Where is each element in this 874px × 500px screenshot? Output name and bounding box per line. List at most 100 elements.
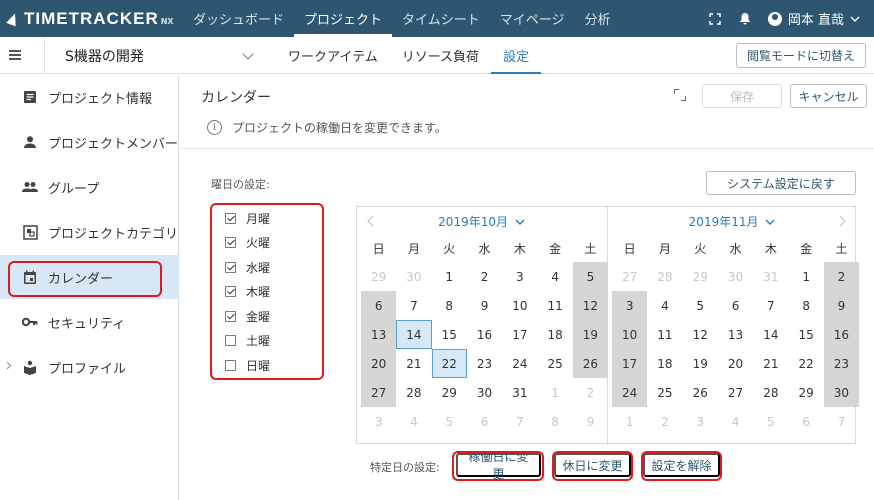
calendar-day-cell[interactable]: 11 (647, 320, 682, 349)
calendar-day-cell[interactable]: 21 (396, 349, 431, 378)
calendar-day-cell[interactable]: 14 (753, 320, 788, 349)
calendar-day-cell[interactable]: 19 (683, 349, 718, 378)
calendar-day-cell[interactable]: 27 (718, 378, 753, 407)
view-mode-button[interactable]: 閲覧モードに切替え (735, 43, 866, 68)
weekday-header: 火 (694, 242, 707, 256)
calendar-day-cell[interactable]: 28 (396, 378, 431, 407)
calendar-day-cell[interactable]: 17 (612, 349, 648, 378)
month-title-text: 2019年11月 (688, 215, 759, 229)
calendar-day-cell[interactable]: 22 (788, 349, 823, 378)
key-icon (22, 314, 38, 330)
month-title[interactable]: 2019年11月 (608, 213, 856, 230)
sidebar-item-group[interactable]: グループ (0, 165, 179, 209)
calendar-day-cell[interactable]: 13 (361, 320, 397, 349)
calendar-day-cell[interactable]: 3 (502, 262, 537, 291)
calendar-day-cell[interactable]: 5 (572, 262, 609, 291)
project-selector[interactable]: S機器の開発 (44, 37, 260, 74)
bell-icon[interactable] (738, 12, 752, 26)
calendar-day-cell[interactable]: 24 (612, 378, 648, 407)
expand-icon[interactable] (674, 89, 686, 101)
calendar-day-cell[interactable]: 16 (467, 320, 502, 349)
month-title[interactable]: 2019年10月 (357, 213, 606, 230)
calendar-day-cell[interactable]: 8 (788, 291, 823, 320)
weekday-settings-label: 曜日の設定: (211, 178, 270, 191)
calendar-day-cell[interactable]: 12 (683, 320, 718, 349)
nav-project[interactable]: プロジェクト (294, 0, 393, 37)
calendar-day-cell[interactable]: 14 (396, 320, 432, 349)
sidebar-item-security[interactable]: セキュリティ (0, 300, 179, 344)
calendar-day-cell[interactable]: 8 (432, 291, 467, 320)
calendar-day-cell[interactable]: 16 (823, 320, 860, 349)
calendar-day-cell[interactable]: 9 (467, 291, 502, 320)
save-button[interactable]: 保存 (702, 84, 782, 108)
calendar-day-cell[interactable]: 10 (612, 320, 648, 349)
calendar-day-cell[interactable]: 26 (683, 378, 718, 407)
weekday-header-row: 日月火水木金土 (612, 240, 859, 257)
calendar-day-cell[interactable]: 25 (537, 349, 572, 378)
nav-analysis[interactable]: 分析 (575, 0, 621, 37)
weekday-header: 金 (549, 242, 562, 256)
calendar-day-cell[interactable]: 1 (432, 262, 467, 291)
sidebar-item-profile[interactable]: プロファイル (0, 345, 179, 389)
system-reset-button[interactable]: システム設定に戻す (706, 171, 856, 195)
calendar-day-cell[interactable]: 1 (788, 262, 823, 291)
calendar-day-cell[interactable]: 6 (718, 291, 753, 320)
calendar-day-cell[interactable]: 31 (502, 378, 537, 407)
weekday-header: 木 (513, 242, 526, 256)
tab-settings[interactable]: 設定 (491, 37, 542, 74)
calendar-day-cell[interactable]: 22 (431, 349, 467, 378)
calendar-day-cell[interactable]: 17 (502, 320, 537, 349)
calendar-day-cell[interactable]: 26 (572, 349, 609, 378)
calendar-day-cell[interactable]: 10 (502, 291, 537, 320)
nav-dashboard[interactable]: ダッシュボード (183, 0, 294, 37)
tab-work-items[interactable]: ワークアイテム (276, 37, 390, 74)
tab-resource-load[interactable]: リソース負荷 (390, 37, 491, 74)
calendar-day-cell[interactable]: 20 (361, 349, 397, 378)
fullscreen-icon[interactable] (708, 12, 722, 26)
calendar-day-cell[interactable]: 23 (823, 349, 860, 378)
calendar-day-cell[interactable]: 3 (612, 291, 648, 320)
menu-toggle-icon[interactable] (0, 37, 30, 74)
calendar-day-cell[interactable]: 2 (467, 262, 502, 291)
calendar-day-cell[interactable]: 25 (647, 378, 682, 407)
calendar-day-cell[interactable]: 4 (537, 262, 572, 291)
calendar-day-cell[interactable]: 9 (823, 291, 860, 320)
calendar-day-cell[interactable]: 7 (753, 291, 788, 320)
calendar-day-cell[interactable]: 7 (396, 291, 431, 320)
sidebar-item-project-category[interactable]: プロジェクトカテゴリ (0, 210, 179, 254)
calendar-day-cell[interactable]: 2 (823, 262, 860, 291)
calendar-day-cell[interactable]: 4 (647, 291, 682, 320)
calendar-day-cell[interactable]: 23 (467, 349, 502, 378)
calendar-day-cell[interactable]: 29 (432, 378, 467, 407)
calendar-day-cell[interactable]: 15 (788, 320, 823, 349)
calendar-day-cell[interactable]: 20 (718, 349, 753, 378)
special-day-settings-label: 特定日の設定: (370, 461, 440, 474)
calendar-day-cell[interactable]: 19 (572, 320, 609, 349)
calendar-day-cell[interactable]: 28 (753, 378, 788, 407)
calendar-day-cell[interactable]: 24 (502, 349, 537, 378)
calendar-day-cell[interactable]: 29 (788, 378, 823, 407)
calendar-day-cell[interactable]: 21 (753, 349, 788, 378)
calendar-day-cell[interactable]: 27 (361, 378, 397, 407)
nav-timesheet[interactable]: タイムシート (392, 0, 490, 37)
calendar-day-cell[interactable]: 18 (647, 349, 682, 378)
chevron-right-icon[interactable] (6, 361, 12, 373)
app-logo[interactable]: TIMETRACKER NX (0, 0, 183, 37)
calendar-day-cell[interactable]: 15 (432, 320, 467, 349)
cancel-button[interactable]: キャンセル (790, 84, 867, 108)
sidebar-item-project-info[interactable]: プロジェクト情報 (0, 75, 179, 119)
nav-mypage[interactable]: マイページ (490, 0, 575, 37)
calendar-day-cell[interactable]: 18 (537, 320, 572, 349)
user-menu[interactable]: 岡本 直哉 (767, 9, 860, 28)
calendar-day-cell: 1 (551, 385, 559, 400)
calendar-day-cell[interactable]: 11 (537, 291, 572, 320)
calendar-day-cell[interactable]: 30 (823, 378, 860, 407)
month-title-text: 2019年10月 (438, 215, 508, 229)
calendar-day-cell: 27 (622, 269, 638, 284)
calendar-day-cell[interactable]: 30 (467, 378, 502, 407)
calendar-day-cell[interactable]: 5 (683, 291, 718, 320)
calendar-day-cell[interactable]: 12 (572, 291, 609, 320)
calendar-day-cell[interactable]: 13 (718, 320, 753, 349)
calendar-day-cell[interactable]: 6 (361, 291, 397, 320)
sidebar-item-project-members[interactable]: プロジェクトメンバー (0, 120, 179, 164)
